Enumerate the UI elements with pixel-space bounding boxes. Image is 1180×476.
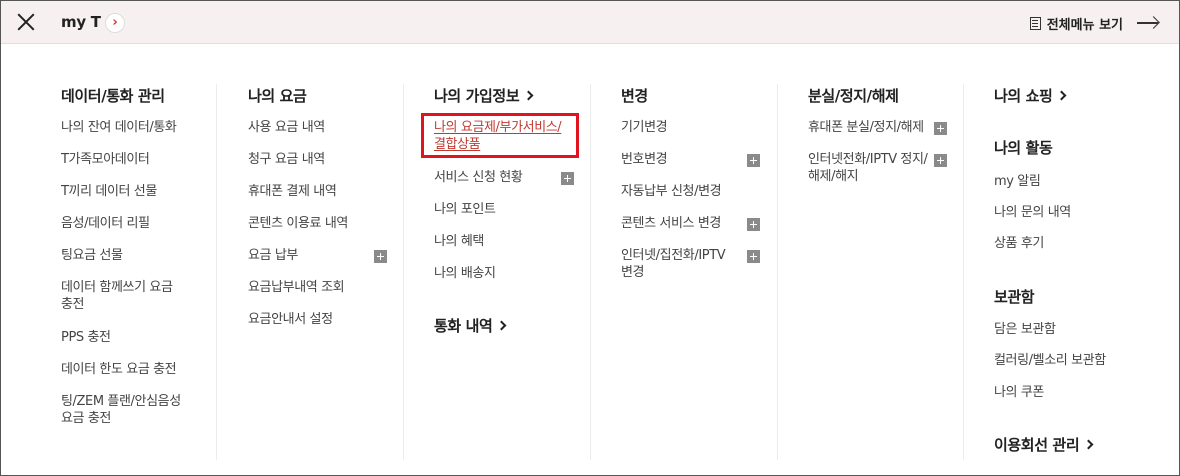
heading-subscription[interactable]: 나의 가입정보 [434,84,584,106]
menu-item-service-status[interactable]: 서비스 신청 현황 [434,169,523,186]
menu-item-remaining-data[interactable]: 나의 잔여 데이터/통화 [61,119,177,136]
plus-icon[interactable] [747,218,760,231]
heading-storage: 보관함 [994,287,1035,306]
heading-lost-suspend: 분실/정지/해제 [808,86,899,105]
column-my-fee: 나의 요금 사용 요금 내역 청구 요금 내역 휴대폰 결제 내역 콘텐츠 이용… [248,84,393,460]
column-divider [590,84,591,460]
chevron-right-icon [523,90,534,101]
menu-item-label: 인터넷/집전화/IPTV [621,248,726,263]
heading-my-shopping[interactable]: 나의 쇼핑 [994,84,1164,106]
menu-item-reviews[interactable]: 상품 후기 [994,235,1044,252]
arrow-right-icon [1137,17,1159,29]
heading-change: 변경 [621,86,648,105]
column-divider [216,84,217,460]
plus-icon[interactable] [374,250,387,263]
plus-icon[interactable] [747,250,760,263]
heading-my-activity: 나의 활동 [994,138,1053,157]
menu-item-label: 인터넷전화/IPTV 정지/ [808,152,928,167]
column-shopping-activity: 나의 쇼핑 나의 활동 my 알림 나의 문의 내역 상품 후기 보관함 담은 … [994,84,1164,460]
heading-my-fee: 나의 요금 [248,86,307,105]
menu-item-billing[interactable]: 청구 요금 내역 [248,151,325,168]
menu-item-number-change[interactable]: 번호변경 [621,151,668,168]
brand-title[interactable]: my T [61,13,101,31]
heading-label: 통화 내역 [434,316,493,335]
all-menu-button[interactable]: 전체메뉴 보기 [1029,13,1159,33]
menu-item-my-alerts[interactable]: my 알림 [994,173,1041,190]
menu-item-payment-history[interactable]: 요금납부내역 조회 [248,279,345,296]
menu-item-inquiries[interactable]: 나의 문의 내역 [994,204,1071,221]
plus-icon[interactable] [934,122,947,135]
menu-item-phone-payment[interactable]: 휴대폰 결제 내역 [248,183,337,200]
column-divider [777,84,778,460]
menu-item-label: 해제/해지 [808,169,859,184]
menu-item-saved-box[interactable]: 담은 보관함 [994,321,1056,338]
column-data-call: 데이터/통화 관리 나의 잔여 데이터/통화 T가족모아데이터 T끼리 데이터 … [61,84,211,460]
heading-label: 나의 가입정보 [434,86,520,105]
menu-item-data-share-charge[interactable]: 데이터 함께쓰기 요금 충전 [61,279,173,313]
highlight-box [421,113,579,158]
menu-item-label: 요금 충전 [61,411,111,426]
chevron-right-icon [1083,439,1094,450]
menu-item-ringtone-box[interactable]: 컬러링/벨소리 보관함 [994,352,1106,369]
menu-item-device-change[interactable]: 기기변경 [621,119,668,136]
heading-line-management[interactable]: 이용회선 관리 [994,433,1094,455]
heading-data-call: 데이터/통화 관리 [61,86,165,105]
menu-item-content-change[interactable]: 콘텐츠 서비스 변경 [621,215,721,232]
plus-icon[interactable] [561,172,574,185]
all-menu-label: 전체메뉴 보기 [1046,17,1123,33]
heading-label: 나의 쇼핑 [994,86,1053,105]
menu-item-coupons[interactable]: 나의 쿠폰 [994,384,1044,401]
chevron-right-icon [496,320,507,331]
column-change: 변경 기기변경 번호변경 자동납부 신청/변경 콘텐츠 서비스 변경 인터넷/집… [621,84,771,460]
menu-item-ting-zem-charge[interactable]: 팅/ZEM 플랜/안심음성 요금 충전 [61,393,181,427]
column-divider [403,84,404,460]
menu-item-label: 데이터 함께쓰기 요금 [61,280,173,295]
menu-item-my-points[interactable]: 나의 포인트 [434,201,496,218]
menu-item-internet-change[interactable]: 인터넷/집전화/IPTV 변경 [621,247,726,281]
menu-item-label: 충전 [61,297,85,312]
column-lost-suspend: 분실/정지/해제 휴대폰 분실/정지/해제 인터넷전화/IPTV 정지/ 해제/… [808,84,958,460]
heading-call-history[interactable]: 통화 내역 [434,314,507,336]
top-bar: my T › 전체메뉴 보기 [1,1,1179,44]
menu-item-pps-charge[interactable]: PPS 충전 [61,329,111,346]
plus-icon[interactable] [934,154,947,167]
column-divider [963,84,964,460]
chevron-right-icon[interactable]: › [105,13,125,33]
menu-item-ting-gift[interactable]: 팅요금 선물 [61,247,123,264]
plus-icon[interactable] [747,154,760,167]
menu-item-label: 변경 [621,265,645,280]
menu-item-bill-settings[interactable]: 요금안내서 설정 [248,311,333,328]
menu-item-my-benefits[interactable]: 나의 혜택 [434,233,484,250]
close-icon[interactable] [15,11,37,33]
menu-item-internet-suspend[interactable]: 인터넷전화/IPTV 정지/ 해제/해지 [808,151,928,185]
menu-item-family-data[interactable]: T가족모아데이터 [61,151,150,168]
chevron-right-icon [1056,90,1067,101]
menu-item-content-fee[interactable]: 콘텐츠 이용료 내역 [248,215,348,232]
document-icon [1029,16,1041,30]
menu-item-shipping[interactable]: 나의 배송지 [434,265,496,282]
menu-item-refill[interactable]: 음성/데이터 리필 [61,215,150,232]
heading-label: 이용회선 관리 [994,435,1080,454]
menu-item-autopay[interactable]: 자동납부 신청/변경 [621,183,722,200]
menu-item-usage-fee[interactable]: 사용 요금 내역 [248,119,325,136]
menu-item-phone-lost[interactable]: 휴대폰 분실/정지/해제 [808,119,924,136]
menu-item-label: 팅/ZEM 플랜/안심음성 [61,394,181,409]
menu-item-data-gift[interactable]: T끼리 데이터 선물 [61,183,157,200]
menu-item-limit-charge[interactable]: 데이터 한도 요금 충전 [61,361,177,378]
menu-item-fee-payment[interactable]: 요금 납부 [248,247,298,264]
